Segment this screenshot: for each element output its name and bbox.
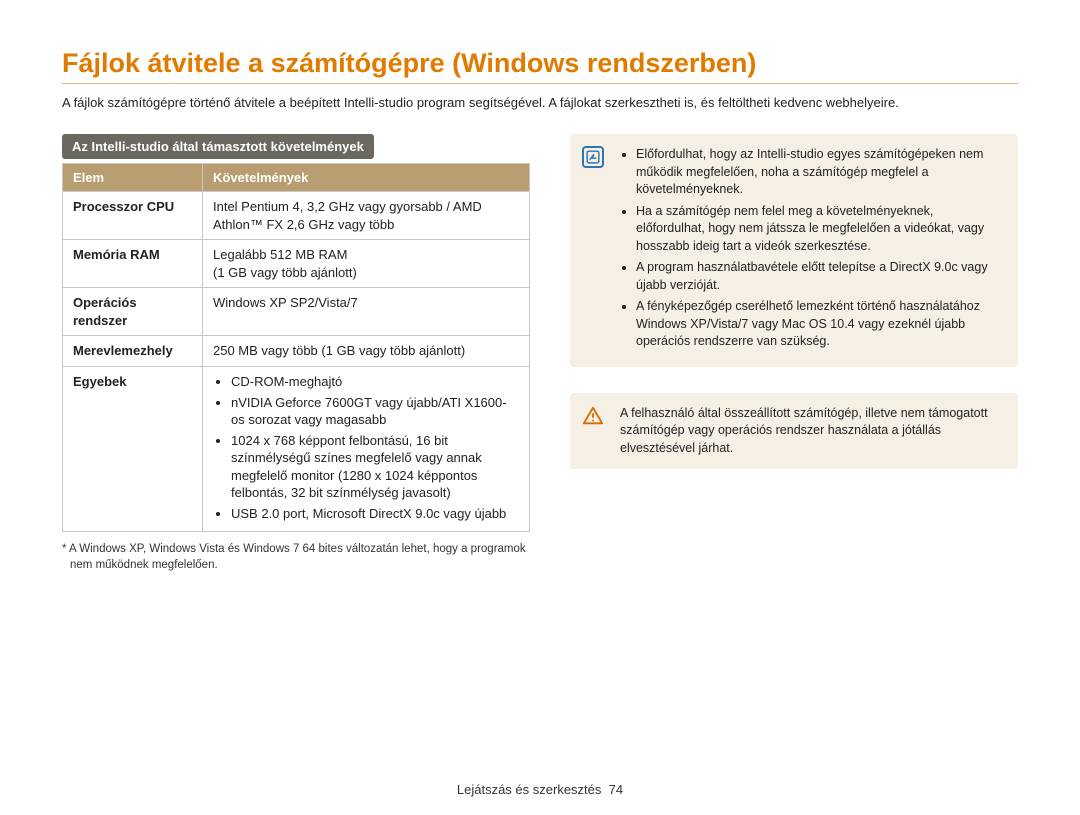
th-req: Követelmények — [203, 164, 530, 192]
list-item: nVIDIA Geforce 7600GT vagy újabb/ATI X16… — [231, 394, 519, 429]
page-title: Fájlok átvitele a számítógépre (Windows … — [62, 48, 1018, 84]
list-item: USB 2.0 port, Microsoft DirectX 9.0c vag… — [231, 505, 519, 523]
table-row: Egyebek CD-ROM-meghajtó nVIDIA Geforce 76… — [63, 367, 530, 532]
cell-value: 250 MB vagy több (1 GB vagy több ajánlot… — [203, 336, 530, 367]
intro-paragraph: A fájlok számítógépre történő átvitele a… — [62, 94, 1018, 112]
list-item: Előfordulhat, hogy az Intelli-studio egy… — [636, 146, 1004, 199]
cell-label: Memória RAM — [63, 240, 203, 288]
other-items-list: CD-ROM-meghajtó nVIDIA Geforce 7600GT vag… — [213, 373, 519, 522]
info-note-box: Előfordulhat, hogy az Intelli-studio egy… — [570, 134, 1018, 367]
footer-section: Lejátszás és szerkesztés — [457, 782, 602, 797]
list-item: A program használatbavétele előtt telepí… — [636, 259, 1004, 294]
list-item: A fényképezőgép cserélhető lemezként tör… — [636, 298, 1004, 351]
info-note-list: Előfordulhat, hogy az Intelli-studio egy… — [620, 146, 1004, 351]
table-row: Operációs rendszer Windows XP SP2/Vista/… — [63, 288, 530, 336]
table-row: Processzor CPU Intel Pentium 4, 3,2 GHz … — [63, 192, 530, 240]
cell-label: Merevlemezhely — [63, 336, 203, 367]
cell-value: CD-ROM-meghajtó nVIDIA Geforce 7600GT vag… — [203, 367, 530, 532]
cell-value: Legalább 512 MB RAM (1 GB vagy több aján… — [203, 240, 530, 288]
footer-page-number: 74 — [609, 782, 623, 797]
list-item: Ha a számítógép nem felel meg a követelm… — [636, 203, 1004, 256]
cell-label: Processzor CPU — [63, 192, 203, 240]
page-footer: Lejátszás és szerkesztés 74 — [0, 782, 1080, 797]
requirements-heading: Az Intelli-studio által támasztott követ… — [62, 134, 374, 159]
info-icon — [582, 146, 604, 168]
warning-icon — [582, 405, 604, 427]
footnote: * A Windows XP, Windows Vista és Windows… — [62, 542, 530, 573]
cell-label: Operációs rendszer — [63, 288, 203, 336]
cell-value: Windows XP SP2/Vista/7 — [203, 288, 530, 336]
list-item: 1024 x 768 képpont felbontású, 16 bit sz… — [231, 432, 519, 502]
cell-value: Intel Pentium 4, 3,2 GHz vagy gyorsabb /… — [203, 192, 530, 240]
warning-note-text: A felhasználó által összeállított számít… — [620, 405, 1004, 458]
requirements-table: Elem Követelmények Processzor CPU Intel … — [62, 163, 530, 532]
th-item: Elem — [63, 164, 203, 192]
right-column: Előfordulhat, hogy az Intelli-studio egy… — [570, 134, 1018, 573]
list-item: CD-ROM-meghajtó — [231, 373, 519, 391]
warning-note-box: A felhasználó által összeállított számít… — [570, 393, 1018, 470]
cell-label: Egyebek — [63, 367, 203, 532]
table-row: Merevlemezhely 250 MB vagy több (1 GB va… — [63, 336, 530, 367]
left-column: Az Intelli-studio által támasztott követ… — [62, 134, 530, 573]
table-row: Memória RAM Legalább 512 MB RAM (1 GB va… — [63, 240, 530, 288]
